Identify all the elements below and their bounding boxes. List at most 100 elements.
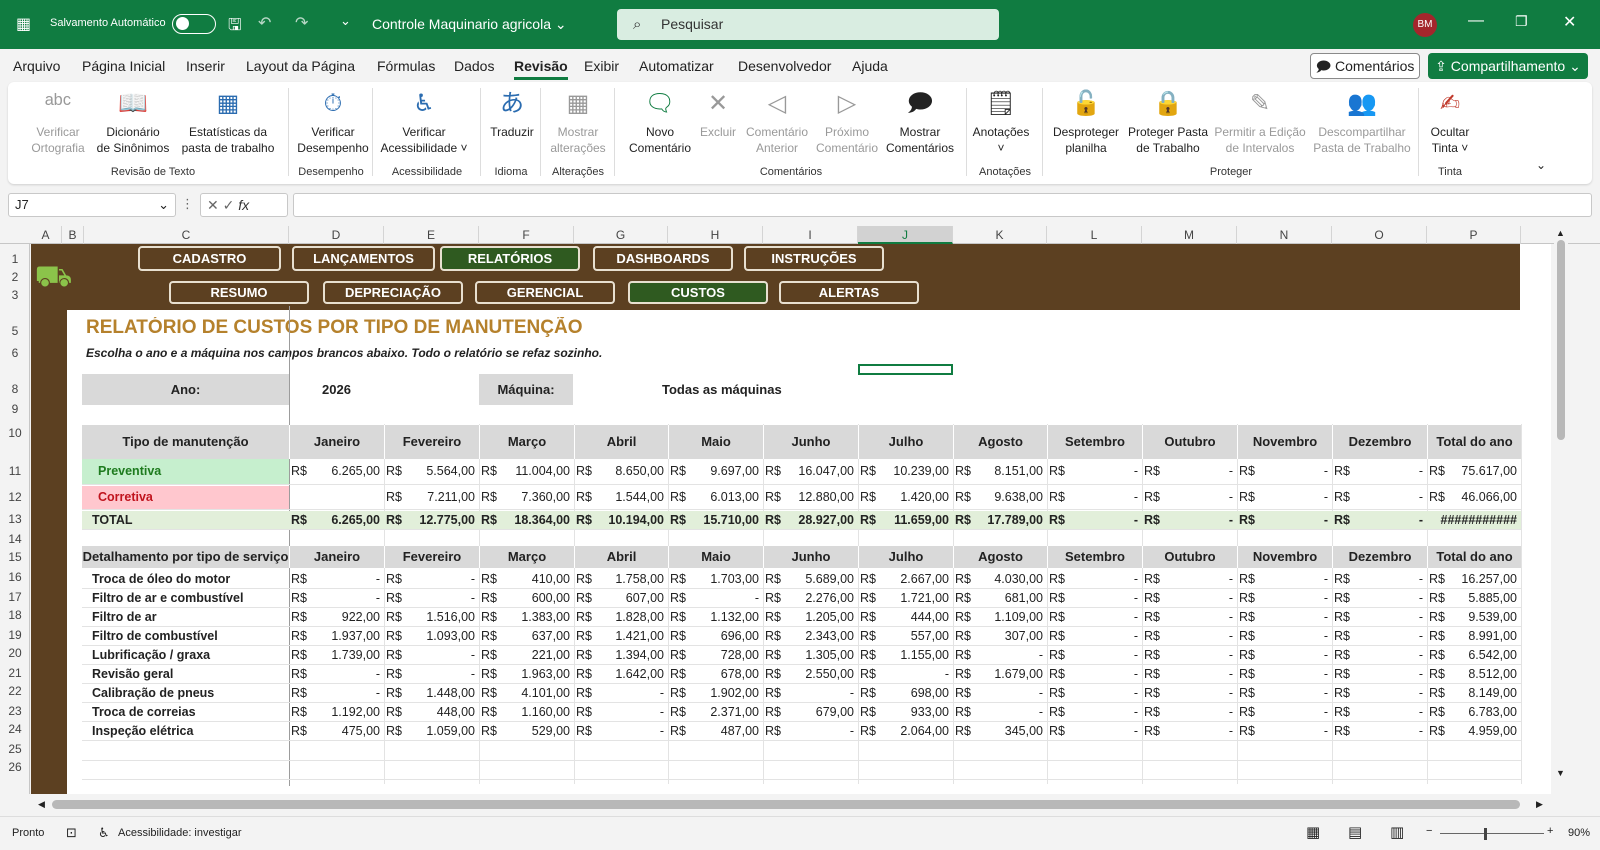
nav-button-dashboards[interactable]: DASHBOARDS — [593, 246, 733, 271]
horizontal-scrollbar[interactable]: ◀ ▶ — [0, 794, 1600, 816]
detail-row-2-value-cell[interactable]: R$ 600,00 — [479, 589, 574, 607]
detail-row-2-value-cell[interactable]: R$ - — [1142, 589, 1237, 607]
detail-row-6-value-cell[interactable]: R$ 2.550,00 — [763, 665, 858, 683]
preventiva-value-cell[interactable]: R$ - — [1237, 459, 1332, 484]
check-accessibility-button[interactable]: ♿ Verificar Acessibilidade ˅ — [374, 86, 474, 156]
detail-row-9-value-cell[interactable]: R$ 487,00 — [668, 722, 763, 740]
detail-row-8-value-cell[interactable]: R$ - — [1237, 703, 1332, 721]
detail-row-3-value-cell[interactable]: R$ - — [1237, 608, 1332, 626]
detail-row-9-value-cell[interactable]: R$ - — [1047, 722, 1142, 740]
total-value-cell[interactable]: R$ 28.927,00 — [763, 511, 858, 529]
tab-revisao[interactable]: Revisão — [514, 58, 568, 80]
total-value-cell[interactable]: R$ 15.710,00 — [668, 511, 763, 529]
detail-row-7-value-cell[interactable]: R$ 1.448,00 — [384, 684, 479, 702]
corretiva-value-cell[interactable]: R$ 9.638,00 — [953, 486, 1047, 509]
corretiva-value-cell[interactable]: R$ - — [1047, 486, 1142, 509]
preventiva-value-cell[interactable]: R$ - — [1047, 459, 1142, 484]
nav-button-resumo[interactable]: RESUMO — [169, 281, 309, 304]
search-box[interactable]: ⌕ Pesquisar — [617, 9, 999, 40]
column-header-a[interactable]: A — [30, 226, 62, 244]
corretiva-value-cell[interactable]: R$ - — [1332, 486, 1427, 509]
column-header-d[interactable]: D — [289, 226, 384, 244]
detail-row-1-value-cell[interactable]: R$ 4.030,00 — [953, 570, 1047, 588]
nav-button-depreciação[interactable]: DEPRECIAÇÃO — [323, 281, 463, 304]
detail-row-9-value-cell[interactable]: R$ 529,00 — [479, 722, 574, 740]
row-header-13[interactable]: 13 — [0, 512, 30, 526]
row-header-8[interactable]: 8 — [0, 382, 30, 396]
translate-button[interactable]: あ Traduzir — [484, 86, 540, 140]
detail-row-3-value-cell[interactable]: R$ 922,00 — [289, 608, 384, 626]
detail-row-1-value-cell[interactable]: R$ 2.667,00 — [858, 570, 953, 588]
detail-row-4-value-cell[interactable]: R$ 2.343,00 — [763, 627, 858, 645]
preventiva-value-cell[interactable]: R$ 16.047,00 — [763, 459, 858, 484]
detail-row-3-value-cell[interactable]: R$ - — [1332, 608, 1427, 626]
detail-row-7-value-cell[interactable]: R$ 4.101,00 — [479, 684, 574, 702]
unshare-workbook-button[interactable]: 👥 Descompartilhar Pasta de Trabalho — [1306, 86, 1418, 156]
zoom-slider[interactable] — [1440, 833, 1544, 834]
more-options-icon[interactable]: ⋮ — [181, 196, 194, 212]
row-header-20[interactable]: 20 — [0, 646, 30, 660]
detail-row-8-value-cell[interactable]: R$ - — [1142, 703, 1237, 721]
detail-row-3-value-cell[interactable]: R$ 1.516,00 — [384, 608, 479, 626]
row-header-23[interactable]: 23 — [0, 704, 30, 718]
corretiva-value-cell[interactable]: R$ 7.360,00 — [479, 486, 574, 509]
avatar[interactable]: BM — [1413, 13, 1437, 37]
tab-layout[interactable]: Layout da Página — [246, 58, 355, 74]
detail-row-8-value-cell[interactable]: R$ - — [1047, 703, 1142, 721]
zoom-level[interactable]: 90% — [1568, 827, 1590, 839]
minimize-icon[interactable]: — — [1468, 12, 1484, 30]
detail-row-6-value-cell[interactable]: R$ - — [1237, 665, 1332, 683]
total-value-cell[interactable]: R$ - — [1332, 511, 1427, 529]
detail-row-3-value-cell[interactable]: R$ - — [1142, 608, 1237, 626]
detail-row-5-value-cell[interactable]: R$ - — [1237, 646, 1332, 664]
horizontal-scroll-thumb[interactable] — [52, 800, 1520, 809]
detail-row-1-value-cell[interactable]: R$ 1.758,00 — [574, 570, 668, 588]
status-accessibility[interactable]: Acessibilidade: investigar — [118, 827, 242, 839]
detail-row-4-value-cell[interactable]: R$ 1.421,00 — [574, 627, 668, 645]
restore-icon[interactable]: ❐ — [1515, 13, 1528, 30]
detail-row-6-value-cell[interactable]: R$ - — [289, 665, 384, 683]
show-changes-button[interactable]: ▦ Mostrar alterações — [542, 86, 614, 156]
normal-view-icon[interactable]: ▦ — [1306, 823, 1320, 841]
tab-inserir[interactable]: Inserir — [186, 58, 225, 74]
detail-row-3-value-cell[interactable]: R$ 1.205,00 — [763, 608, 858, 626]
detail-row-3-value-cell[interactable]: R$ 9.539,00 — [1427, 608, 1521, 626]
accessibility-icon[interactable]: ♿ — [98, 825, 110, 841]
detail-row-6-value-cell[interactable]: R$ - — [1047, 665, 1142, 683]
detail-row-9-value-cell[interactable]: R$ 4.959,00 — [1427, 722, 1521, 740]
detail-row-8-value-cell[interactable]: R$ 1.192,00 — [289, 703, 384, 721]
detail-row-8-value-cell[interactable]: R$ 1.160,00 — [479, 703, 574, 721]
unprotect-sheet-button[interactable]: 🔓 Desproteger planilha — [1044, 86, 1128, 156]
next-comment-button[interactable]: ▷ Próximo Comentário — [808, 86, 886, 156]
detail-row-2-value-cell[interactable]: R$ - — [384, 589, 479, 607]
preventiva-value-cell[interactable]: R$ 6.265,00 — [289, 459, 384, 484]
zoom-out-icon[interactable]: − — [1426, 825, 1432, 837]
detail-row-7-value-cell[interactable]: R$ 1.902,00 — [668, 684, 763, 702]
detail-row-7-value-cell[interactable]: R$ - — [1047, 684, 1142, 702]
detail-row-5-value-cell[interactable]: R$ - — [953, 646, 1047, 664]
row-header-15[interactable]: 15 — [0, 550, 30, 564]
corretiva-value-cell[interactable]: R$ 6.013,00 — [668, 486, 763, 509]
tab-formulas[interactable]: Fórmulas — [377, 58, 435, 74]
detail-row-7-value-cell[interactable]: R$ 698,00 — [858, 684, 953, 702]
nav-button-lançamentos[interactable]: LANÇAMENTOS — [292, 246, 435, 271]
detail-row-6-value-cell[interactable]: R$ 1.963,00 — [479, 665, 574, 683]
column-header-b[interactable]: B — [62, 226, 84, 244]
detail-row-2-value-cell[interactable]: R$ - — [289, 589, 384, 607]
detail-row-9-value-cell[interactable]: R$ - — [574, 722, 668, 740]
detail-row-5-value-cell[interactable]: R$ 728,00 — [668, 646, 763, 664]
column-header-g[interactable]: G — [574, 226, 668, 244]
tab-dados[interactable]: Dados — [454, 58, 494, 74]
undo-icon[interactable]: ↶ — [258, 13, 271, 33]
detail-row-9-value-cell[interactable]: R$ 1.059,00 — [384, 722, 479, 740]
corretiva-value-cell[interactable]: R$ 1.544,00 — [574, 486, 668, 509]
detail-row-8-value-cell[interactable]: R$ 6.783,00 — [1427, 703, 1521, 721]
cancel-icon[interactable]: ✕ — [207, 197, 219, 213]
row-header-25[interactable]: 25 — [0, 742, 30, 756]
detail-row-3-value-cell[interactable]: R$ 1.828,00 — [574, 608, 668, 626]
zoom-slider-thumb[interactable] — [1484, 828, 1487, 840]
total-value-cell[interactable]: R$ 17.789,00 — [953, 511, 1047, 529]
row-header-12[interactable]: 12 — [0, 490, 30, 504]
detail-row-3-value-cell[interactable]: R$ 444,00 — [858, 608, 953, 626]
workbook-stats-button[interactable]: ▦ Estatísticas da pasta de trabalho — [170, 86, 286, 156]
